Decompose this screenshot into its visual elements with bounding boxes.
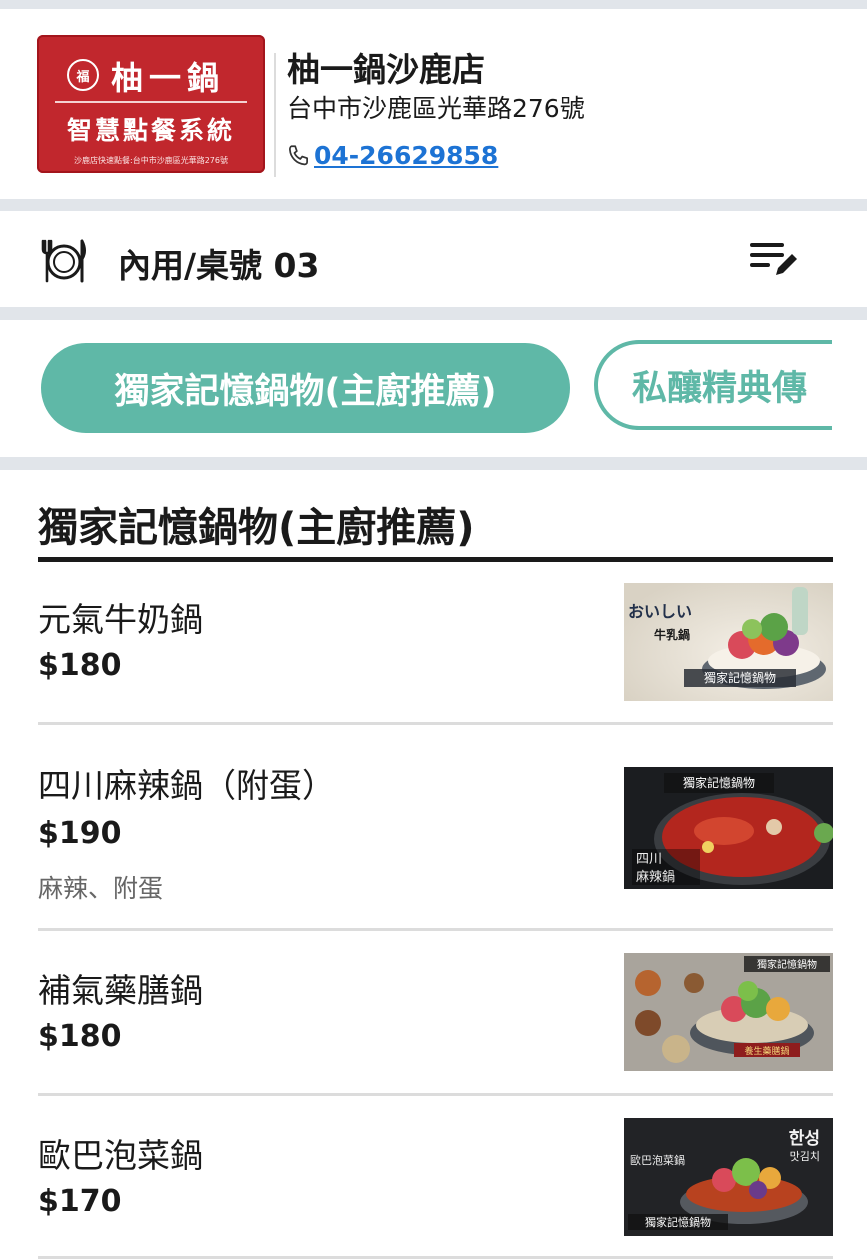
menu-item[interactable]: 歐巴泡菜鍋 $170 歐巴泡菜鍋 한성 맛김치 獨家記憶鍋物 — [0, 1096, 867, 1259]
image-korean: 한성 — [789, 1129, 820, 1149]
logo-brand-text: 柚一鍋 — [111, 59, 226, 97]
item-name: 元氣牛奶鍋 — [38, 600, 203, 639]
section-title-rule — [38, 557, 833, 562]
item-price: $170 — [38, 1184, 122, 1219]
image-caption: 獨家記憶鍋物 — [757, 958, 817, 971]
image-side-text: おいしい — [628, 602, 692, 621]
dining-mode-label: 內用/桌號 03 — [118, 246, 320, 285]
phone-link[interactable]: 04-26629858 — [314, 141, 498, 170]
edit-list-icon[interactable] — [748, 239, 800, 283]
image-korean-sub: 맛김치 — [790, 1150, 820, 1163]
image-caption: 獨家記憶鍋物 — [704, 670, 776, 685]
item-name: 補氣藥膳鍋 — [38, 971, 203, 1010]
store-address: 台中市沙鹿區光華路276號 — [287, 94, 585, 123]
category-tab-active[interactable]: 獨家記憶鍋物(主廚推薦) — [41, 343, 570, 433]
dining-bar: 內用/桌號 03 — [0, 211, 867, 307]
header-divider — [274, 53, 276, 177]
item-image[interactable]: 養生藥膳鍋 獨家記憶鍋物 — [624, 953, 833, 1071]
item-image[interactable]: おいしい 牛乳鍋 獨家記憶鍋物 — [624, 583, 833, 701]
image-vertical-text: 歐巴泡菜鍋 — [630, 1153, 685, 1167]
category-tab[interactable]: 私釀精典傳 — [594, 340, 867, 430]
menu-section: 獨家記憶鍋物(主廚推薦) 元氣牛奶鍋 $180 おいしい 牛乳鍋 獨家記憶鍋物 … — [0, 470, 867, 1259]
store-name: 柚一鍋沙鹿店 — [287, 50, 485, 89]
image-vertical-text: 牛乳鍋 — [654, 627, 690, 642]
tabs-edge-mask — [832, 320, 867, 457]
logo-subtitle: 智慧點餐系統 — [66, 116, 235, 145]
category-tabs: 獨家記憶鍋物(主廚推薦) 私釀精典傳 — [0, 320, 867, 457]
menu-item[interactable]: 四川麻辣鍋（附蛋） $190 麻辣、附蛋 四川 麻辣鍋 獨家記憶鍋物 — [0, 726, 867, 930]
image-overlay-1: 四川 — [636, 852, 662, 867]
dining-plate-icon — [40, 237, 88, 289]
store-header: 福 柚一鍋 智慧點餐系統 沙鹿店快速點餐:台中市沙鹿區光華路276號 柚一鍋沙鹿… — [0, 9, 867, 199]
phone-icon — [286, 143, 312, 169]
logo-fine-print: 沙鹿店快速點餐:台中市沙鹿區光華路276號 — [74, 156, 228, 165]
item-image[interactable]: 四川 麻辣鍋 獨家記憶鍋物 — [624, 767, 833, 889]
item-description: 麻辣、附蛋 — [38, 874, 164, 903]
item-divider — [38, 722, 833, 725]
image-caption: 獨家記憶鍋物 — [683, 775, 755, 790]
image-tag: 養生藥膳鍋 — [744, 1045, 789, 1057]
image-overlay-2: 麻辣鍋 — [636, 869, 675, 885]
menu-section-title: 獨家記憶鍋物(主廚推薦) — [38, 505, 475, 551]
item-name: 歐巴泡菜鍋 — [38, 1136, 203, 1175]
item-price: $180 — [38, 1019, 122, 1054]
item-image[interactable]: 歐巴泡菜鍋 한성 맛김치 獨家記憶鍋物 — [624, 1118, 833, 1236]
item-price: $180 — [38, 648, 122, 683]
item-price: $190 — [38, 816, 122, 851]
menu-item[interactable]: 補氣藥膳鍋 $180 養生藥膳鍋 獨家記憶鍋物 — [0, 931, 867, 1095]
logo-divider — [55, 101, 247, 103]
item-name: 四川麻辣鍋（附蛋） — [38, 766, 335, 805]
phone-row: 04-26629858 — [286, 141, 498, 170]
store-logo: 福 柚一鍋 智慧點餐系統 沙鹿店快速點餐:台中市沙鹿區光華路276號 — [37, 35, 265, 173]
logo-seal: 福 — [67, 59, 99, 91]
image-caption: 獨家記憶鍋物 — [645, 1215, 711, 1229]
menu-item[interactable]: 元氣牛奶鍋 $180 おいしい 牛乳鍋 獨家記憶鍋物 — [0, 566, 867, 726]
